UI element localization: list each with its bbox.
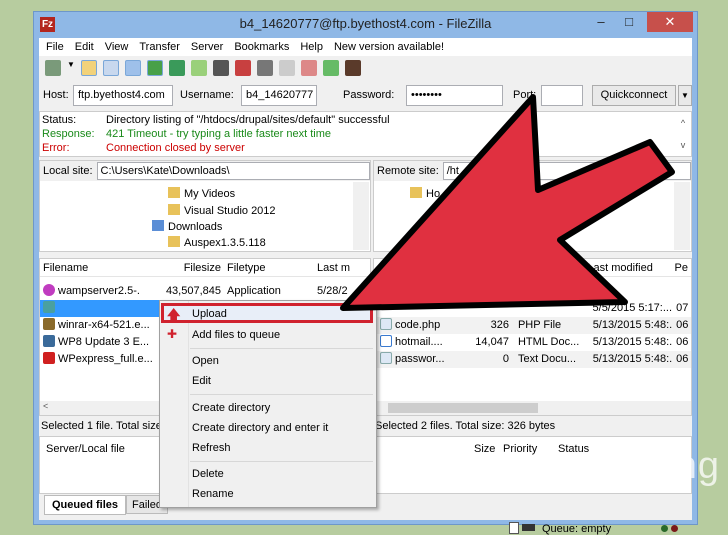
red-arrow-icon	[340, 94, 675, 311]
annotation-arrow	[340, 94, 675, 311]
